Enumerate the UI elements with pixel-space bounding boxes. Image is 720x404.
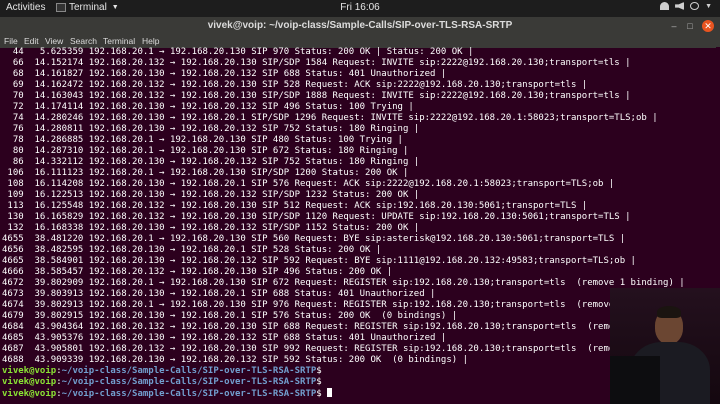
terminal-line: 66 14.152174 192.168.20.132 → 192.168.20… (2, 58, 631, 68)
terminal-line: 130 16.165829 192.168.20.132 → 192.168.2… (2, 212, 631, 222)
chevron-down-icon: ▼ (705, 2, 712, 10)
clock[interactable]: Fri 16:06 (330, 2, 390, 13)
terminal-output[interactable]: 44 5.625359 192.168.20.1 → 192.168.20.13… (2, 47, 716, 402)
power-icon (690, 2, 700, 10)
terminal-line: 86 14.332112 192.168.20.130 → 192.168.20… (2, 157, 420, 167)
terminal-prompt: vivek@voip:~/voip-class/Sample-Calls/SIP… (2, 366, 328, 376)
chevron-down-icon: ▼ (111, 4, 119, 11)
terminal-line: 80 14.287310 192.168.20.1 → 192.168.20.1… (2, 146, 409, 156)
terminal-line: 69 14.162472 192.168.20.132 → 192.168.20… (2, 80, 588, 90)
terminal-line: 4687 43.905801 192.168.20.132 → 192.168.… (2, 344, 696, 354)
system-menu[interactable]: ▼ (660, 2, 712, 10)
prompt-path: ~/voip-class/Sample-Calls/SIP-over-TLS-R… (61, 389, 317, 399)
terminal-line: 78 14.286885 192.168.20.1 → 192.168.20.1… (2, 135, 403, 145)
terminal-line: 132 16.168338 192.168.20.130 → 192.168.2… (2, 223, 420, 233)
menu-terminal[interactable]: Terminal (103, 36, 135, 46)
prompt-path: ~/voip-class/Sample-Calls/SIP-over-TLS-R… (61, 377, 317, 387)
menu-help[interactable]: Help (142, 36, 159, 46)
menu-view[interactable]: View (45, 36, 63, 46)
minimize-button[interactable]: – (668, 20, 680, 32)
volume-icon (675, 2, 685, 10)
prompt-user: vivek@voip (2, 366, 57, 376)
terminal-line: 4672 39.802909 192.168.20.1 → 192.168.20… (2, 278, 685, 288)
maximize-button[interactable]: □ (684, 20, 696, 32)
window-title: vivek@voip: ~/voip-class/Sample-Calls/SI… (207, 20, 513, 31)
terminal-line: 113 16.125548 192.168.20.132 → 192.168.2… (2, 201, 588, 211)
laptop-lid (610, 356, 660, 404)
activities-button[interactable]: Activities (6, 2, 45, 13)
terminal-prompt: vivek@voip:~/voip-class/Sample-Calls/SIP… (2, 388, 716, 399)
terminal-icon (56, 3, 66, 12)
network-icon (660, 2, 670, 10)
menu-file[interactable]: File (4, 36, 18, 46)
webcam-overlay (610, 288, 720, 404)
terminal-line: 4688 43.909339 192.168.20.130 → 192.168.… (2, 355, 468, 365)
terminal-line: 4665 38.584901 192.168.20.130 → 192.168.… (2, 256, 636, 266)
terminal-line: 4673 39.803913 192.168.20.130 → 192.168.… (2, 289, 436, 299)
terminal-line: 74 14.280246 192.168.20.130 → 192.168.20… (2, 113, 658, 123)
close-button[interactable]: ✕ (702, 20, 714, 32)
terminal-line: 4679 39.802915 192.168.20.130 → 192.168.… (2, 311, 458, 321)
terminal-line: 4655 38.481220 192.168.20.1 → 192.168.20… (2, 234, 626, 244)
window-titlebar[interactable]: vivek@voip: ~/voip-class/Sample-Calls/SI… (0, 17, 720, 35)
terminal-line: 108 16.114208 192.168.20.130 → 192.168.2… (2, 179, 615, 189)
menu-edit[interactable]: Edit (24, 36, 39, 46)
terminal-prompt: vivek@voip:~/voip-class/Sample-Calls/SIP… (2, 377, 328, 387)
terminal-line: 70 14.163043 192.168.20.132 → 192.168.20… (2, 91, 631, 101)
app-menu[interactable]: Terminal ▼ (56, 2, 119, 13)
app-menu-label: Terminal (69, 2, 107, 13)
terminal-line: 4656 38.482595 192.168.20.130 → 192.168.… (2, 245, 382, 255)
presenter-hair (657, 306, 681, 318)
prompt-user: vivek@voip (2, 377, 57, 387)
terminal-line: 68 14.161827 192.168.20.130 → 192.168.20… (2, 69, 447, 79)
menu-search[interactable]: Search (70, 36, 97, 46)
prompt-path: ~/voip-class/Sample-Calls/SIP-over-TLS-R… (61, 366, 317, 376)
terminal-line: 76 14.280811 192.168.20.130 → 192.168.20… (2, 124, 420, 134)
text-cursor (327, 388, 333, 397)
terminal-line: 4685 43.905376 192.168.20.130 → 192.168.… (2, 333, 447, 343)
prompt-user: vivek@voip (2, 389, 57, 399)
terminal-line: 106 16.111123 192.168.20.1 → 192.168.20.… (2, 168, 409, 178)
terminal-line: 109 16.122513 192.168.20.130 → 192.168.2… (2, 190, 420, 200)
terminal-line: 4674 39.802913 192.168.20.1 → 192.168.20… (2, 300, 685, 310)
terminal-line: 4666 38.585457 192.168.20.132 → 192.168.… (2, 267, 393, 277)
top-panel: Activities Terminal ▼ Fri 16:06 ▼ (0, 0, 720, 17)
terminal-line: 4684 43.904364 192.168.20.132 → 192.168.… (2, 322, 696, 332)
terminal-line: 72 14.174114 192.168.20.130 → 192.168.20… (2, 102, 414, 112)
terminal-line: 44 5.625359 192.168.20.1 → 192.168.20.13… (2, 47, 474, 57)
